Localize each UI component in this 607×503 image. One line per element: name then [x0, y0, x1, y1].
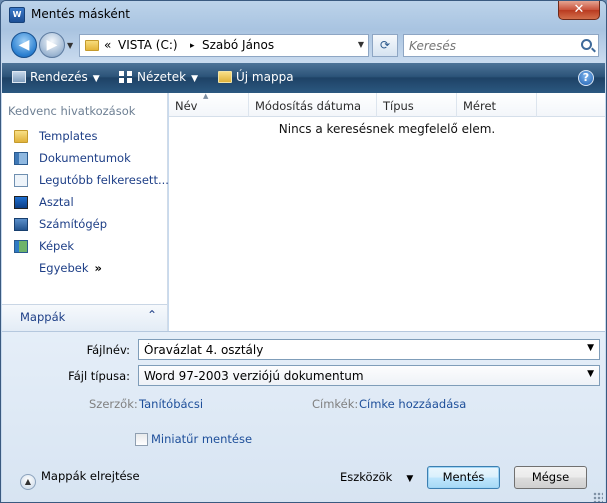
authors-value[interactable]: Tanítóbácsi: [139, 397, 203, 411]
column-header-filler: [537, 93, 605, 117]
recent-pages-dropdown-icon[interactable]: ▼: [67, 41, 73, 50]
documents-icon: [14, 152, 28, 165]
save-button[interactable]: Mentés: [427, 466, 500, 489]
views-label: Nézetek: [137, 70, 187, 84]
favorite-pictures[interactable]: Képek: [14, 238, 166, 258]
chevron-down-icon: ▼: [92, 74, 100, 84]
details-pane: Fájlnév: ▼ Fájl típusa: Word 97-2003 ver…: [2, 331, 605, 502]
favorite-label: Legutóbb felkeresett...: [39, 173, 169, 187]
breadcrumb-folder[interactable]: Szabó János: [202, 38, 274, 52]
favorite-label: Számítógép: [39, 217, 108, 231]
column-label: Név: [175, 99, 198, 113]
tags-value[interactable]: Címke hozzáadása: [359, 397, 466, 411]
tags-label: Címkék:: [312, 397, 359, 411]
folders-toggle[interactable]: Mappák ⌃: [2, 304, 167, 331]
chevron-down-icon: ▼: [191, 74, 198, 84]
favorite-desktop[interactable]: Asztal: [14, 194, 166, 214]
empty-list-message: Nincs a keresésnek megfelelő elem.: [278, 122, 496, 136]
filetype-label: Fájl típusa:: [68, 369, 130, 383]
column-header-date[interactable]: Módosítás dátuma: [249, 93, 377, 117]
organize-button[interactable]: Rendezés ▼: [12, 70, 100, 84]
address-bar[interactable]: « VISTA (C:) ▸ Szabó János ▼: [79, 34, 369, 57]
favorites-heading: Kedvenc hivatkozások: [8, 104, 136, 118]
breadcrumb-drive[interactable]: VISTA (C:): [118, 38, 178, 52]
file-list[interactable]: Név ▲ Módosítás dátuma Típus Méret Nincs…: [169, 92, 605, 331]
save-thumbnail-label[interactable]: Miniatűr mentése: [151, 432, 252, 446]
double-chevron-icon: »: [94, 261, 102, 275]
cancel-button[interactable]: Mégse: [514, 466, 587, 489]
breadcrumb-overflow[interactable]: «: [104, 38, 111, 52]
favorite-recent-places[interactable]: Legutóbb felkeresett...: [14, 172, 169, 192]
folder-icon: [85, 40, 99, 51]
filename-input[interactable]: [144, 343, 564, 357]
views-button[interactable]: Nézetek ▼: [119, 70, 198, 84]
tools-menu-button[interactable]: Eszközök ▼: [340, 470, 413, 484]
favorite-label: Dokumentumok: [39, 151, 131, 165]
search-input[interactable]: [404, 35, 569, 56]
favorite-label: Képek: [39, 239, 75, 253]
window-title: Mentés másként: [31, 7, 131, 21]
favorite-more[interactable]: Egyebek »: [14, 260, 166, 280]
favorite-label: Templates: [39, 129, 98, 143]
authors-label: Szerzők:: [89, 397, 138, 411]
hide-folders-label: Mappák elrejtése: [41, 469, 140, 483]
favorite-templates[interactable]: Templates: [14, 128, 166, 148]
command-toolbar: Rendezés ▼ Nézetek ▼ Új mappa ?: [2, 63, 605, 93]
sort-ascending-icon: ▲: [203, 92, 209, 100]
pictures-icon: [14, 240, 28, 253]
filetype-value: Word 97-2003 verziójú dokumentum: [144, 369, 364, 383]
address-dropdown-icon[interactable]: ▼: [358, 40, 364, 49]
back-button[interactable]: ◀: [11, 32, 37, 58]
help-icon[interactable]: ?: [578, 70, 594, 86]
search-box[interactable]: [403, 34, 599, 57]
new-folder-icon: [218, 71, 232, 83]
desktop-icon: [14, 196, 28, 209]
column-header-type[interactable]: Típus: [377, 93, 457, 117]
computer-icon: [14, 218, 28, 231]
chevron-down-icon: ▼: [587, 369, 594, 379]
save-as-dialog: W Mentés másként ✕ ◀ ▶ ▼ « VISTA (C:) ▸ …: [0, 0, 607, 503]
folder-icon: [14, 130, 28, 143]
recent-places-icon: [14, 174, 28, 187]
save-thumbnail-checkbox[interactable]: [135, 433, 148, 446]
new-folder-label: Új mappa: [236, 70, 294, 84]
search-icon[interactable]: [581, 39, 592, 50]
chevron-down-icon[interactable]: ▼: [587, 343, 594, 353]
views-icon: [119, 71, 133, 83]
column-header-name[interactable]: Név ▲: [169, 92, 249, 117]
organize-label: Rendezés: [30, 70, 88, 84]
hide-folders-button[interactable]: ▲ Mappák elrejtése: [20, 469, 140, 490]
chevron-up-icon: ▲: [20, 474, 36, 490]
folders-label: Mappák: [20, 310, 66, 324]
organize-icon: [12, 71, 26, 83]
column-header-size[interactable]: Méret: [457, 93, 537, 117]
address-row: ◀ ▶ ▼ « VISTA (C:) ▸ Szabó János ▼ ⟳: [1, 29, 606, 63]
more-text: Egyebek: [39, 261, 89, 275]
chevron-up-icon: ⌃: [146, 308, 157, 322]
close-button[interactable]: ✕: [558, 1, 600, 20]
chevron-down-icon: ▼: [406, 474, 414, 484]
title-bar[interactable]: W Mentés másként ✕: [1, 1, 606, 29]
filename-field[interactable]: ▼: [138, 339, 600, 360]
breadcrumb-separator-icon[interactable]: ▸: [190, 41, 195, 51]
new-folder-button[interactable]: Új mappa: [218, 70, 294, 84]
navigation-pane: Kedvenc hivatkozások Templates Dokumentu…: [2, 93, 169, 331]
more-label: Egyebek »: [39, 261, 102, 275]
filetype-select[interactable]: Word 97-2003 verziójú dokumentum ▼: [138, 365, 600, 386]
word-app-icon: W: [9, 7, 25, 23]
favorite-computer[interactable]: Számítógép: [14, 216, 166, 236]
favorite-label: Asztal: [39, 195, 74, 209]
favorite-documents[interactable]: Dokumentumok: [14, 150, 166, 170]
forward-button[interactable]: ▶: [39, 32, 65, 58]
resize-grip[interactable]: [593, 492, 603, 502]
filename-label: Fájlnév:: [86, 343, 130, 357]
refresh-button[interactable]: ⟳: [372, 34, 398, 57]
tools-label: Eszközök: [340, 470, 393, 484]
